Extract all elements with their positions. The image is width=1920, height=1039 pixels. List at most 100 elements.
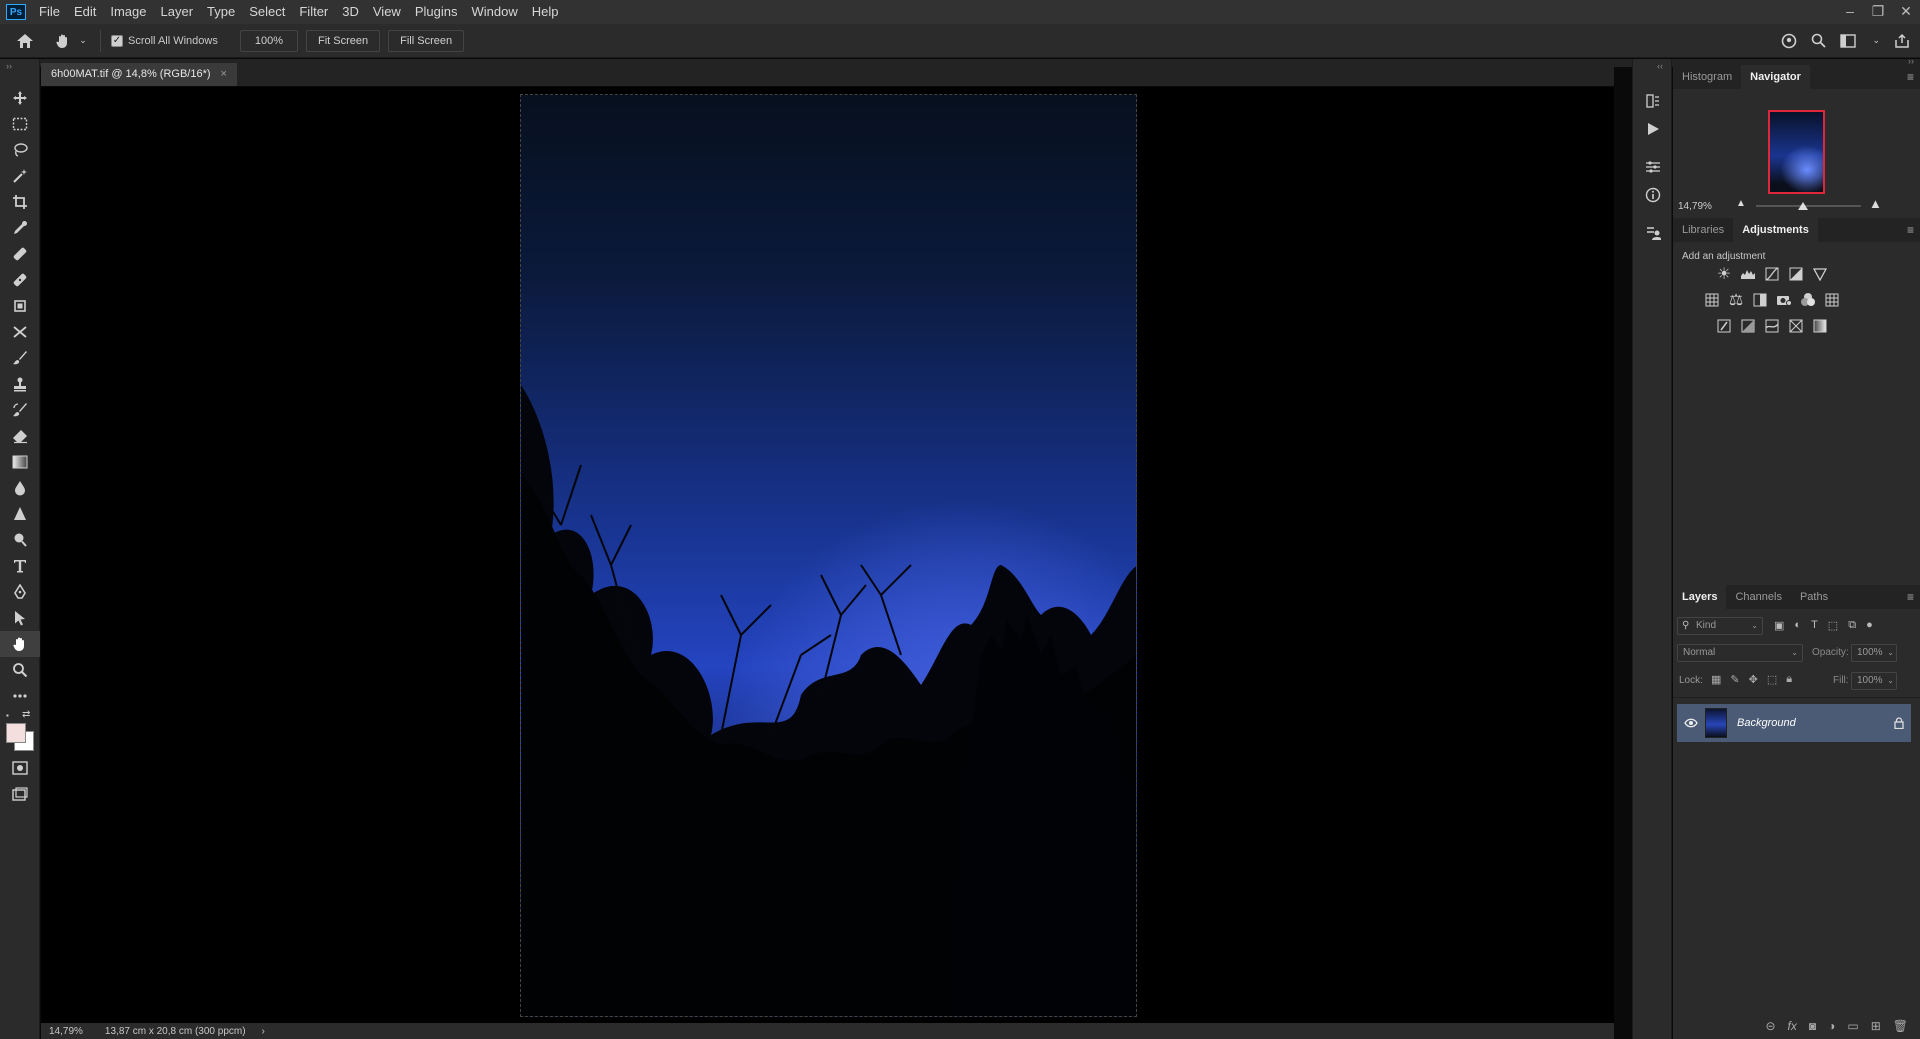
hand-tool-icon[interactable] xyxy=(0,631,40,657)
menu-view[interactable]: View xyxy=(366,0,408,24)
workspace-chevron-icon[interactable]: ⌄ xyxy=(1872,35,1880,46)
healing-brush-tool-icon[interactable] xyxy=(0,267,40,293)
filter-smart-object-icon[interactable]: ⧉ xyxy=(1848,619,1856,632)
eyedropper-tool-icon[interactable] xyxy=(0,215,40,241)
panel-menu-icon[interactable]: ≡ xyxy=(1907,70,1914,84)
status-more-arrow[interactable]: › xyxy=(254,1026,273,1037)
filter-pixel-icon[interactable]: ▣ xyxy=(1774,619,1784,632)
close-tab-icon[interactable]: × xyxy=(221,63,227,86)
zoom-tool-icon[interactable] xyxy=(0,657,40,683)
new-group-icon[interactable]: ▭ xyxy=(1847,1019,1858,1033)
sharpen-tool-icon[interactable] xyxy=(0,501,40,527)
fit-screen-button[interactable]: Fit Screen xyxy=(306,29,381,52)
posterize-icon[interactable] xyxy=(1739,317,1757,335)
tab-paths[interactable]: Paths xyxy=(1791,585,1837,609)
layer-row-background[interactable]: Background xyxy=(1677,704,1911,742)
layer-name[interactable]: Background xyxy=(1737,717,1887,729)
fill-screen-button[interactable]: Fill Screen xyxy=(388,29,465,52)
collapse-panels-icon[interactable]: ‹‹ xyxy=(1633,59,1671,87)
photo-filter-icon[interactable] xyxy=(1775,291,1793,309)
properties-panel-icon[interactable] xyxy=(1633,153,1673,181)
zoom-in-icon[interactable]: ▲ xyxy=(1869,196,1882,211)
add-mask-icon[interactable]: ◙ xyxy=(1809,1019,1816,1033)
navigator-thumbnail[interactable] xyxy=(1768,110,1825,194)
lock-all-icon[interactable]: 🔒︎ xyxy=(1786,673,1792,686)
patch-tool-icon[interactable] xyxy=(0,293,40,319)
lasso-tool-icon[interactable] xyxy=(0,137,40,163)
brightness-contrast-icon[interactable]: ☀ xyxy=(1715,265,1733,283)
expand-toolbar-icon[interactable]: ›› xyxy=(0,59,39,85)
panel-menu-icon[interactable]: ≡ xyxy=(1907,223,1914,237)
zoom-100-button[interactable]: 100% xyxy=(239,29,298,52)
opacity-input[interactable]: 100% ⌄ xyxy=(1851,644,1897,662)
document-image[interactable] xyxy=(520,94,1137,1017)
navigator-zoom-slider-handle[interactable] xyxy=(1798,202,1808,210)
tab-channels[interactable]: Channels xyxy=(1726,585,1790,609)
filter-type-icon[interactable]: T xyxy=(1811,619,1818,632)
foreground-color-swatch[interactable] xyxy=(6,723,26,743)
learn-icon[interactable] xyxy=(1781,33,1797,49)
filter-shape-icon[interactable]: ⬚ xyxy=(1828,619,1838,632)
delete-layer-icon[interactable]: 🗑︎ xyxy=(1893,1019,1908,1033)
menu-image[interactable]: Image xyxy=(103,0,153,24)
spot-healing-tool-icon[interactable] xyxy=(0,241,40,267)
filter-adjustment-icon[interactable]: ◐ xyxy=(1794,619,1801,632)
quick-mask-icon[interactable] xyxy=(0,755,40,781)
menu-layer[interactable]: Layer xyxy=(154,0,201,24)
tab-layers[interactable]: Layers xyxy=(1673,585,1727,609)
hue-saturation-icon[interactable] xyxy=(1703,291,1721,309)
menu-3d[interactable]: 3D xyxy=(335,0,366,24)
invert-icon[interactable] xyxy=(1715,317,1733,335)
menu-edit[interactable]: Edit xyxy=(67,0,103,24)
filter-toggle-icon[interactable]: ● xyxy=(1866,619,1873,632)
share-icon[interactable] xyxy=(1894,33,1910,49)
canvas-area[interactable] xyxy=(41,87,1614,1023)
gradient-tool-icon[interactable] xyxy=(0,449,40,475)
search-icon[interactable] xyxy=(1811,33,1827,48)
magic-wand-tool-icon[interactable] xyxy=(0,163,40,189)
swap-colors-icon[interactable]: ⇄ xyxy=(22,709,30,720)
menu-window[interactable]: Window xyxy=(464,0,524,24)
fill-input[interactable]: 100% ⌄ xyxy=(1851,672,1897,690)
navigator-zoom-slider[interactable] xyxy=(1756,205,1861,207)
minimize-icon[interactable]: – xyxy=(1836,0,1864,24)
close-window-icon[interactable]: ✕ xyxy=(1892,0,1920,24)
new-layer-icon[interactable]: ⊞ xyxy=(1871,1019,1881,1033)
scroll-all-windows-checkbox[interactable]: ✓ xyxy=(111,34,123,47)
new-adjustment-layer-icon[interactable]: ◑ xyxy=(1828,1019,1835,1033)
content-aware-move-tool-icon[interactable] xyxy=(0,319,40,345)
black-white-icon[interactable] xyxy=(1751,291,1769,309)
visibility-eye-icon[interactable] xyxy=(1677,718,1705,728)
lock-transparency-icon[interactable]: ▦ xyxy=(1711,673,1721,686)
default-colors-icon[interactable]: ▪ xyxy=(6,711,9,720)
document-tab[interactable]: 6h00MAT.tif @ 14,8% (RGB/16*) × xyxy=(41,63,237,86)
menu-select[interactable]: Select xyxy=(242,0,292,24)
layer-lock-icon[interactable] xyxy=(1887,717,1911,729)
blend-mode-select[interactable]: Normal ⌄ xyxy=(1677,644,1803,662)
status-zoom[interactable]: 14,79% xyxy=(41,1026,91,1037)
menu-file[interactable]: File xyxy=(32,0,67,24)
history-panel-icon[interactable] xyxy=(1633,87,1673,115)
tab-adjustments[interactable]: Adjustments xyxy=(1733,218,1818,242)
selective-color-icon[interactable] xyxy=(1787,317,1805,335)
zoom-out-icon[interactable]: ▲ xyxy=(1736,198,1746,209)
actions-panel-icon[interactable] xyxy=(1633,115,1673,143)
home-icon[interactable] xyxy=(0,33,50,49)
info-panel-icon[interactable] xyxy=(1633,181,1673,209)
layer-style-fx-icon[interactable]: fx xyxy=(1788,1019,1797,1033)
navigator-zoom-value[interactable]: 14,79% xyxy=(1678,201,1712,212)
menu-help[interactable]: Help xyxy=(525,0,566,24)
lock-position-icon[interactable]: ✥ xyxy=(1749,673,1758,686)
screen-mode-icon[interactable] xyxy=(0,781,40,807)
pen-tool-icon[interactable] xyxy=(0,579,40,605)
link-layers-icon[interactable]: ⊝ xyxy=(1765,1019,1775,1033)
libraries-adjustments-panel-icon[interactable] xyxy=(1633,219,1673,247)
curves-icon[interactable] xyxy=(1763,265,1781,283)
hand-tool-preset-icon[interactable] xyxy=(50,33,76,49)
move-tool-icon[interactable] xyxy=(0,85,40,111)
dodge-tool-icon[interactable] xyxy=(0,527,40,553)
clone-stamp-tool-icon[interactable] xyxy=(0,371,40,397)
crop-tool-icon[interactable] xyxy=(0,189,40,215)
more-tools-icon[interactable] xyxy=(0,683,40,709)
restore-icon[interactable]: ❐ xyxy=(1864,0,1892,24)
